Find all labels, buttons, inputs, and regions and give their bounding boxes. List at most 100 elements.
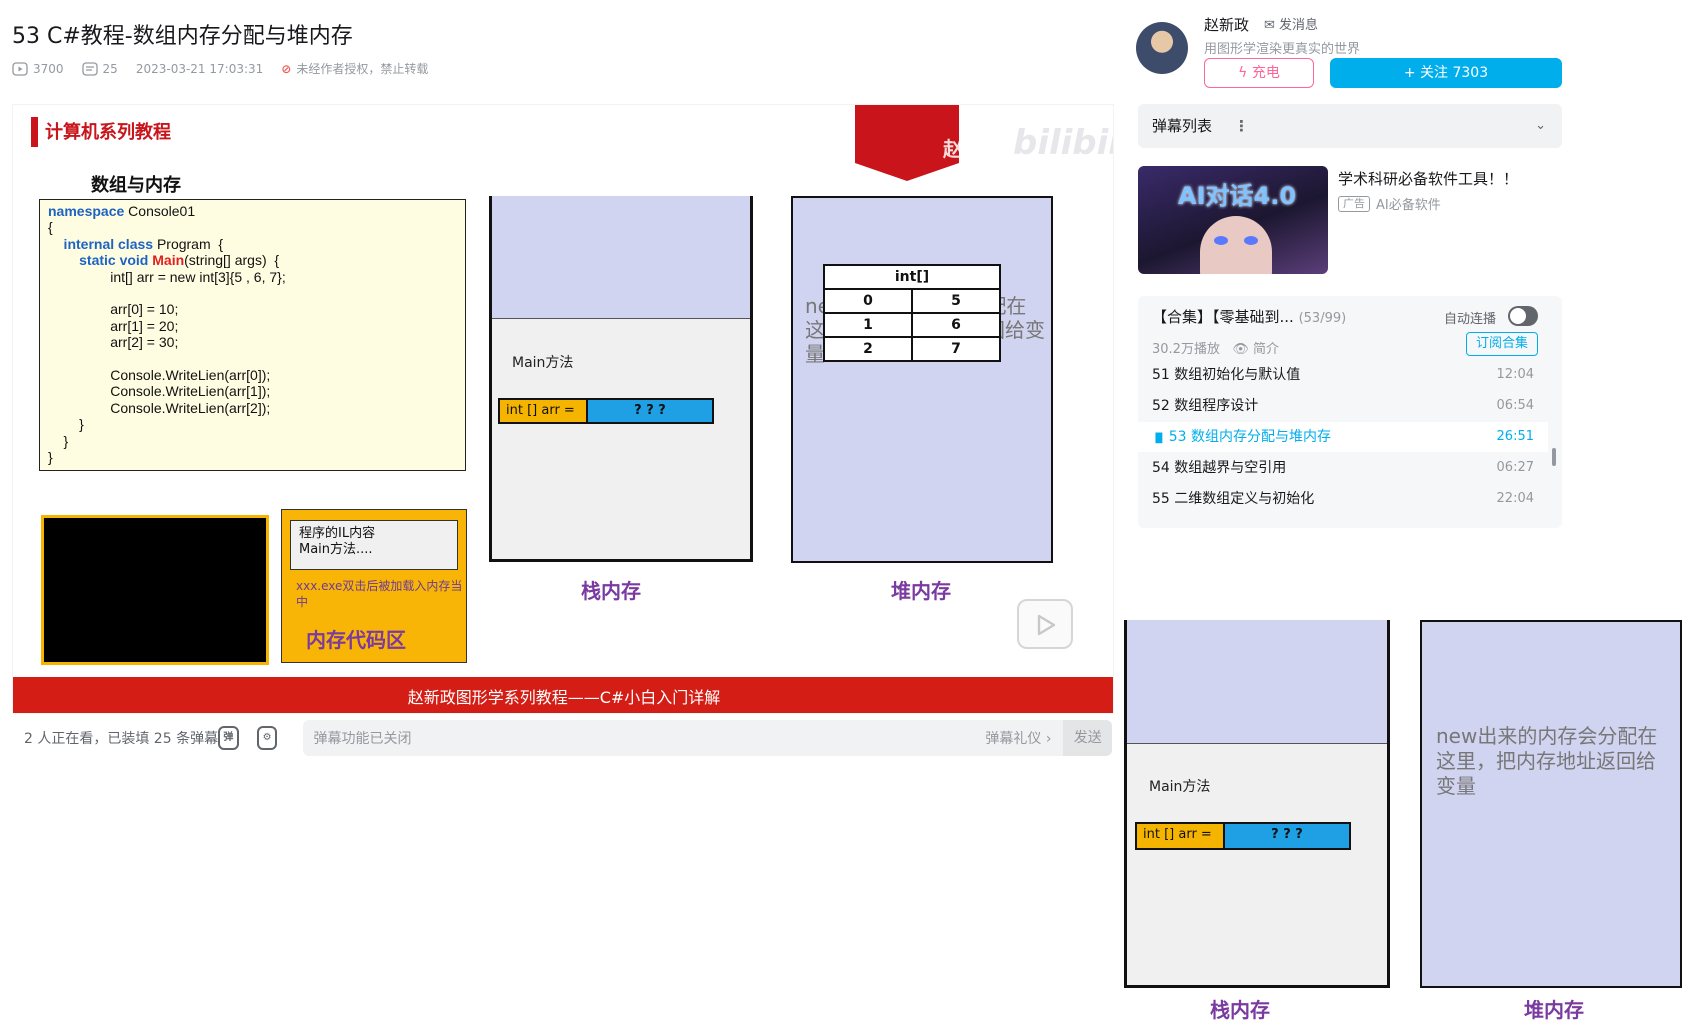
views-stat: 3700 [12, 62, 64, 76]
episode-duration: 26:51 [1496, 429, 1534, 444]
charge-button[interactable]: ϟ 充电 [1204, 58, 1314, 88]
code-line: } [48, 416, 457, 432]
code-line: arr[2] = 30; [48, 334, 457, 350]
now-playing-icon: ▐▌ [1152, 434, 1169, 444]
code-keyword: static void [48, 252, 149, 269]
collection-title[interactable]: 【合集】【零基础到... (53/99) [1152, 306, 1346, 327]
code-text: int[] arr = new int[3]{5 , 6, 7}; [48, 268, 286, 285]
code-line: { [48, 219, 457, 235]
danmaku-input[interactable]: 弹幕功能已关闭 弹幕礼仪 › [303, 720, 1064, 756]
ad-thumbnail[interactable]: AI对话4.0 [1138, 166, 1328, 274]
ad-character-eye [1214, 236, 1228, 245]
episode-title: 51 数组初始化与默认值 [1152, 367, 1301, 383]
code-line: arr[1] = 20; [48, 318, 457, 334]
code-text: (string[] args) { [184, 252, 280, 269]
publish-time: 2023-03-21 17:03:31 [135, 61, 264, 76]
code-text: } [48, 416, 84, 433]
view-count: 3700 [33, 61, 64, 76]
eye-icon: 👁 [1232, 342, 1249, 357]
danmaku-bar: 2 人正在看，已装填 25 条弹幕 弹 ⚙ 弹幕功能已关闭 弹幕礼仪 › 发送 [12, 718, 1112, 758]
code-text: } [48, 449, 53, 466]
send-button[interactable]: 发送 [1063, 720, 1112, 756]
episode-item[interactable]: 54 数组越界与空引用 06:27 [1138, 453, 1548, 483]
danmaku-list-header[interactable]: 弹幕列表 ⋮ ⌄ [1138, 104, 1562, 148]
array-row: 05 [823, 288, 1002, 314]
autoplay-label: 自动连播 [1444, 312, 1497, 327]
watermark-name: 赵 [943, 137, 963, 161]
detail-heap-explanation: new出来的内存会分配在这里，把内存地址返回给变量 [1436, 724, 1658, 798]
variable-value: ? ? ? [588, 400, 712, 422]
array-value: 7 [910, 336, 1002, 362]
code-text: Console.WriteLien(arr[2]); [48, 399, 271, 416]
code-line: static void Main(string[] args) { [48, 252, 457, 268]
array-object-table: int[] 051627 [823, 264, 1002, 362]
episode-duration: 06:54 [1496, 398, 1534, 413]
ad-source: 广告 AI必备软件 [1338, 194, 1441, 213]
follow-button[interactable]: + 关注 7303 [1330, 58, 1562, 88]
ad-source-name: AI必备软件 [1376, 198, 1441, 213]
code-line: arr[0] = 10; [48, 301, 457, 317]
video-player[interactable]: 计算机系列教程 赵 bilibili 数组与内存 namespace Conso… [12, 104, 1114, 714]
more-options-icon[interactable]: ⋮ [1234, 104, 1249, 148]
il-description: xxx.exe双击后被加载入内存当中 [296, 579, 463, 609]
uploader-signature: 用图形学渲染更真实的世界 [1204, 42, 1361, 57]
code-line: Console.WriteLien(arr[2]); [48, 400, 457, 416]
array-index: 2 [823, 336, 913, 362]
stack-caption: 栈内存 [581, 579, 641, 603]
code-keyword: namespace [48, 203, 125, 219]
message-link-label: 发消息 [1279, 18, 1319, 33]
detail-stack-caption: 栈内存 [1210, 998, 1270, 1022]
collection-stats: 30.2万播放 👁 简介 [1152, 338, 1279, 357]
heap-memory-box: new出来的内存会分配在这里，把内存地址返回给变量 int[] 051627 [791, 196, 1053, 563]
collection-plays: 30.2万播放 [1152, 342, 1220, 357]
scrollbar[interactable] [1552, 448, 1556, 466]
episode-title: 52 数组程序设计 [1152, 398, 1259, 414]
episode-title: 54 数组越界与空引用 [1152, 460, 1287, 476]
episode-item[interactable]: 55 二维数组定义与初始化 22:04 [1138, 484, 1548, 514]
code-listing: namespace Console01{ internal class Prog… [39, 199, 466, 471]
detail-stack-frame-label: Main方法 [1149, 779, 1211, 795]
intro-link[interactable]: 简介 [1253, 342, 1279, 357]
code-line: int[] arr = new int[3]{5 , 6, 7}; [48, 269, 457, 285]
episode-item[interactable]: 52 数组程序设计 06:54 [1138, 391, 1548, 421]
detail-stack-free-space [1127, 620, 1387, 744]
variable-name: int [] arr = [500, 400, 588, 422]
detail-stack-box: Main方法 int [] arr = ? ? ? [1124, 620, 1390, 988]
danmaku-count: 25 [102, 61, 118, 76]
toggle-knob [1510, 308, 1526, 324]
danmaku-etiquette-link[interactable]: 弹幕礼仪 › [985, 728, 1051, 748]
episode-duration: 06:27 [1496, 460, 1534, 475]
stack-free-space [492, 196, 750, 319]
chevron-down-icon[interactable]: ⌄ [1535, 104, 1546, 148]
code-area-label: 内存代码区 [306, 628, 406, 652]
ad-badge: 广告 [1338, 195, 1370, 212]
subscribe-collection-button[interactable]: 订阅合集 [1466, 332, 1538, 356]
play-button[interactable] [1017, 599, 1073, 649]
danmaku-settings-icon[interactable]: ⚙ [256, 726, 278, 750]
detail-variable-value: ? ? ? [1225, 824, 1349, 848]
ad-image-text: AI对话4.0 [1178, 182, 1297, 210]
code-text: Console.WriteLien(arr[0]); [48, 367, 271, 384]
uploader-name[interactable]: 赵新政 [1204, 14, 1249, 35]
code-text: { [48, 219, 53, 236]
episode-item[interactable]: ▐▌ 53 数组内存分配与堆内存 26:51 [1138, 422, 1548, 452]
ad-title[interactable]: 学术科研必备软件工具！！ [1338, 168, 1518, 189]
code-text: } [48, 432, 69, 449]
autoplay-toggle[interactable] [1508, 306, 1538, 326]
code-keyword: internal class [48, 235, 154, 252]
slide-series-title: 计算机系列教程 [45, 122, 171, 143]
detail-heap-caption: 堆内存 [1524, 998, 1584, 1022]
code-text: arr[2] = 30; [48, 334, 179, 351]
code-text: arr[0] = 10; [48, 301, 179, 318]
danmaku-toggle-icon[interactable]: 弹 [218, 726, 239, 750]
avatar[interactable] [1136, 22, 1188, 74]
il-content-box: 程序的IL内容 Main方法.... [290, 520, 458, 570]
mail-icon: ✉ [1264, 18, 1275, 33]
console-window [41, 515, 269, 665]
episode-item[interactable]: 51 数组初始化与默认值 12:04 [1138, 360, 1548, 390]
message-link[interactable]: ✉ 发消息 [1264, 14, 1318, 33]
array-value: 6 [910, 312, 1002, 338]
collection-progress: (53/99) [1298, 311, 1347, 326]
